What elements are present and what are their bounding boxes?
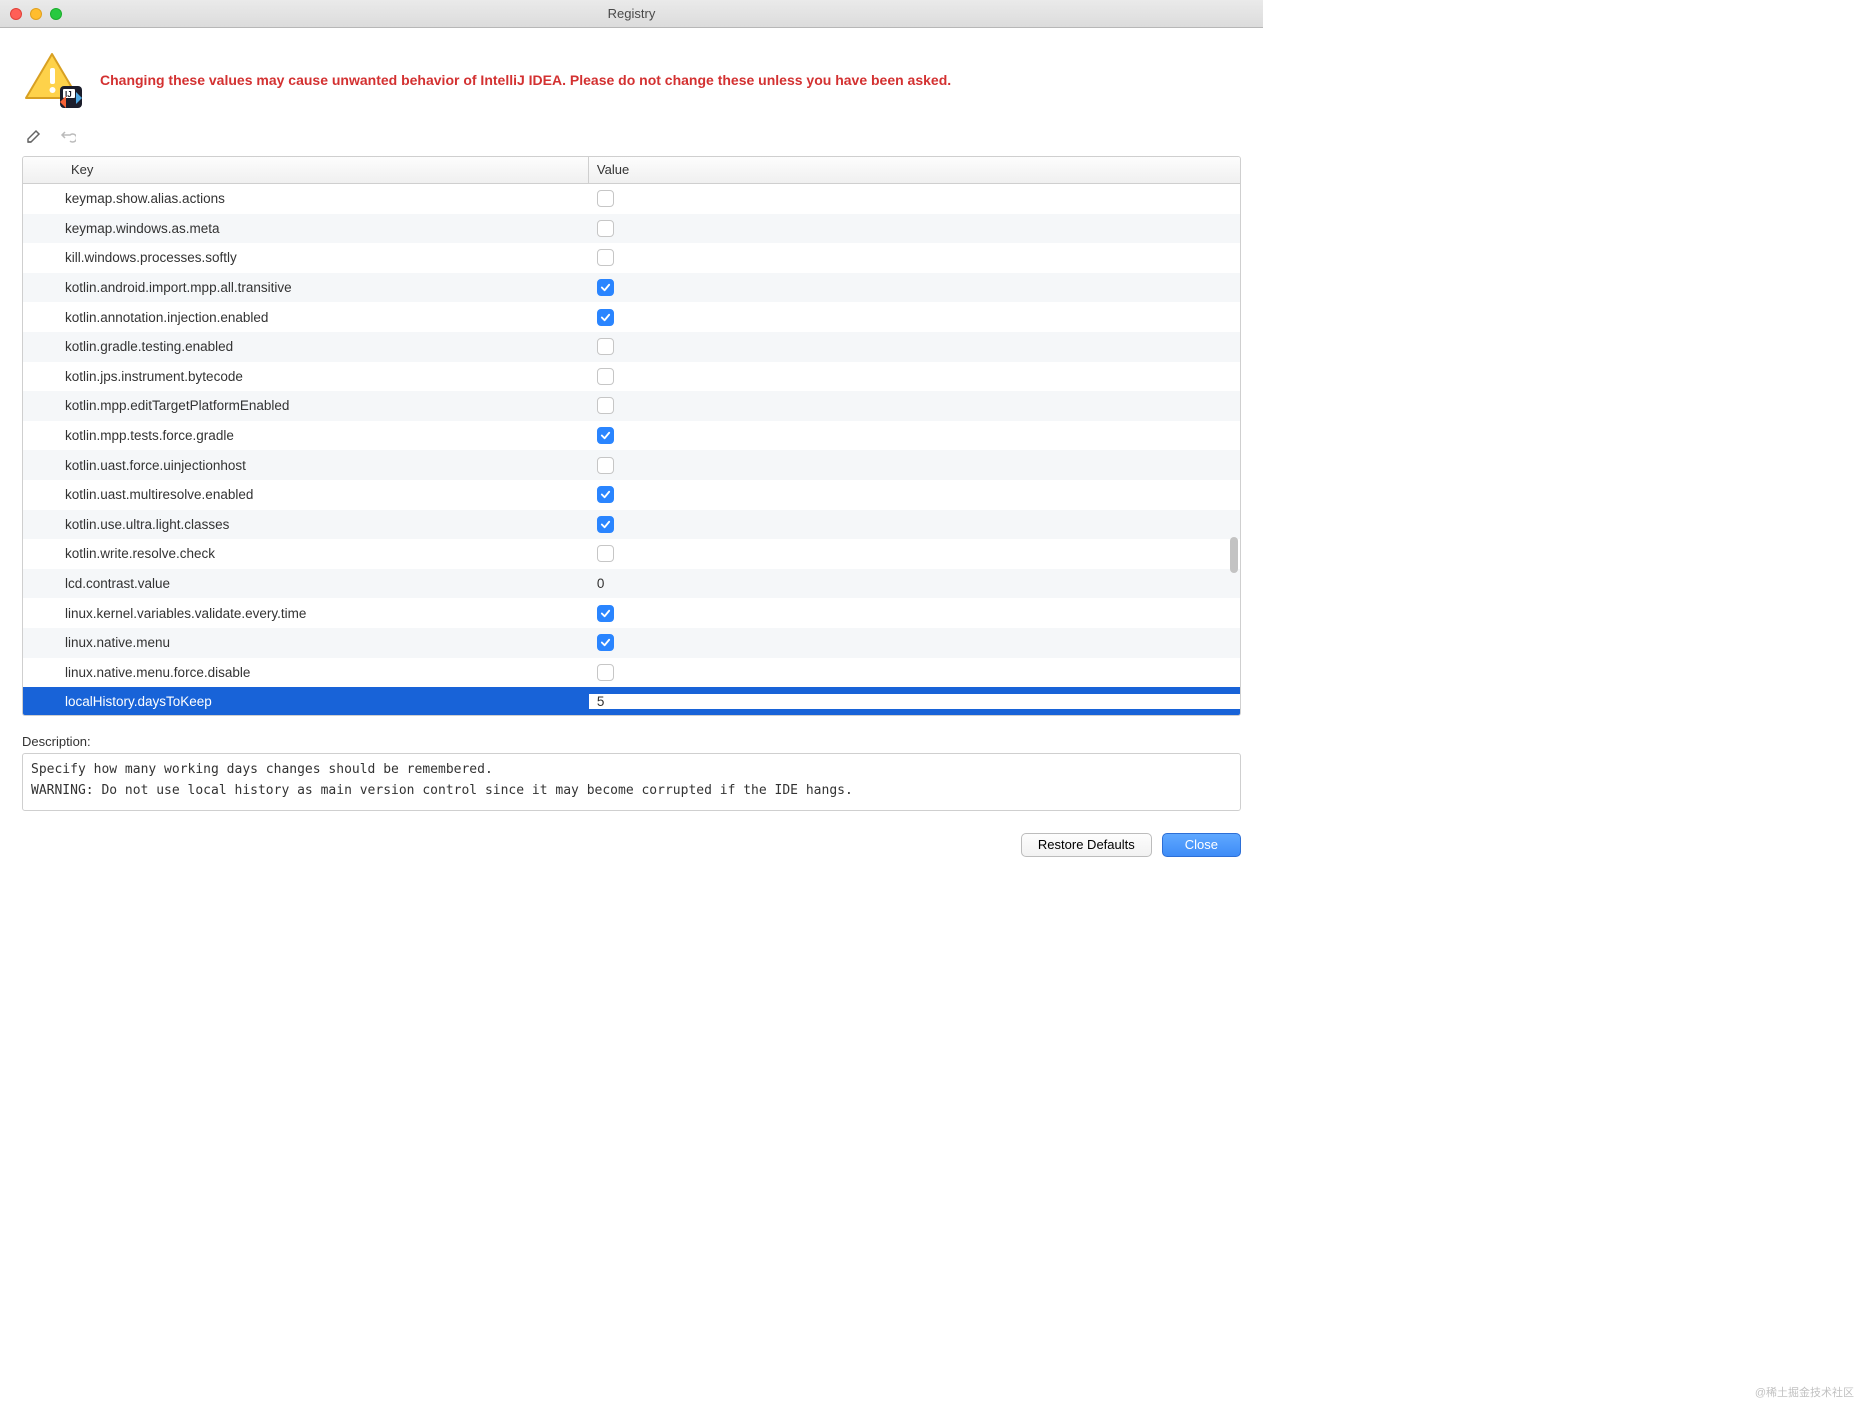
scrollbar-thumb[interactable]: [1230, 537, 1238, 573]
table-row[interactable]: kotlin.annotation.injection.enabled: [23, 302, 1240, 332]
revert-button[interactable]: [58, 126, 78, 146]
cell-key: kotlin.mpp.tests.force.gradle: [23, 428, 589, 443]
restore-defaults-button[interactable]: Restore Defaults: [1021, 833, 1152, 857]
table-row[interactable]: linux.native.menu: [23, 628, 1240, 658]
cell-value[interactable]: [589, 457, 1240, 474]
table-row[interactable]: keymap.windows.as.meta: [23, 214, 1240, 244]
table-row[interactable]: kill.windows.processes.softly: [23, 243, 1240, 273]
cell-key: kotlin.uast.force.uinjectionhost: [23, 458, 589, 473]
cell-value[interactable]: [589, 309, 1240, 326]
cell-value[interactable]: [589, 634, 1240, 651]
table-row[interactable]: kotlin.uast.force.uinjectionhost: [23, 450, 1240, 480]
table-row[interactable]: kotlin.mpp.tests.force.gradle: [23, 421, 1240, 451]
checkbox[interactable]: [597, 605, 614, 622]
table-row[interactable]: kotlin.use.ultra.light.classes: [23, 510, 1240, 540]
cell-value[interactable]: 0: [589, 576, 1240, 591]
checkbox[interactable]: [597, 309, 614, 326]
cell-key: keymap.show.alias.actions: [23, 191, 589, 206]
table-body[interactable]: keymap.show.alias.actions keymap.windows.…: [23, 184, 1240, 715]
cell-value[interactable]: [589, 664, 1240, 681]
edit-button[interactable]: [24, 126, 44, 146]
table-row[interactable]: kotlin.gradle.testing.enabled: [23, 332, 1240, 362]
cell-key: kotlin.gradle.testing.enabled: [23, 339, 589, 354]
table-row[interactable]: lcd.contrast.value 0: [23, 569, 1240, 599]
cell-key: localHistory.daysToKeep: [23, 694, 589, 709]
cell-key: linux.native.menu.force.disable: [23, 665, 589, 680]
column-key-header[interactable]: Key: [23, 157, 589, 183]
checkbox[interactable]: [597, 368, 614, 385]
cell-value[interactable]: [589, 605, 1240, 622]
table-row[interactable]: kotlin.write.resolve.check: [23, 539, 1240, 569]
table-row[interactable]: linux.native.menu.force.disable: [23, 658, 1240, 688]
cell-key: kotlin.uast.multiresolve.enabled: [23, 487, 589, 502]
cell-key: kotlin.use.ultra.light.classes: [23, 517, 589, 532]
table-row[interactable]: kotlin.mpp.editTargetPlatformEnabled: [23, 391, 1240, 421]
cell-value[interactable]: 5: [589, 694, 1240, 709]
cell-key: kotlin.android.import.mpp.all.transitive: [23, 280, 589, 295]
table-row[interactable]: localHistory.daysToKeep 5: [23, 687, 1240, 715]
checkbox[interactable]: [597, 249, 614, 266]
cell-value[interactable]: [589, 220, 1240, 237]
checkbox[interactable]: [597, 279, 614, 296]
cell-value[interactable]: [589, 486, 1240, 503]
cell-key: kotlin.write.resolve.check: [23, 546, 589, 561]
description-text: Specify how many working days changes sh…: [22, 753, 1241, 811]
zoom-window-button[interactable]: [50, 8, 62, 20]
table-row[interactable]: linux.kernel.variables.validate.every.ti…: [23, 598, 1240, 628]
cell-key: keymap.windows.as.meta: [23, 221, 589, 236]
window-title: Registry: [0, 6, 1263, 21]
cell-key: kotlin.mpp.editTargetPlatformEnabled: [23, 398, 589, 413]
cell-value[interactable]: [589, 249, 1240, 266]
checkbox[interactable]: [597, 220, 614, 237]
cell-key: kotlin.annotation.injection.enabled: [23, 310, 589, 325]
warning-row: IJ Changing these values may cause unwan…: [22, 48, 1241, 112]
checkbox[interactable]: [597, 634, 614, 651]
checkbox[interactable]: [597, 545, 614, 562]
table-header: Key Value: [23, 157, 1240, 184]
description-label: Description:: [22, 734, 1241, 749]
checkbox[interactable]: [597, 190, 614, 207]
svg-text:IJ: IJ: [65, 90, 72, 99]
checkbox[interactable]: [597, 338, 614, 355]
cell-value[interactable]: [589, 397, 1240, 414]
table-row[interactable]: kotlin.uast.multiresolve.enabled: [23, 480, 1240, 510]
cell-value[interactable]: [589, 279, 1240, 296]
cell-key: linux.native.menu: [23, 635, 589, 650]
checkbox[interactable]: [597, 397, 614, 414]
registry-table: Key Value keymap.show.alias.actionskeyma…: [22, 156, 1241, 716]
toolbar: [24, 126, 1241, 146]
column-value-header[interactable]: Value: [589, 157, 1240, 183]
cell-value[interactable]: [589, 368, 1240, 385]
close-button[interactable]: Close: [1162, 833, 1241, 857]
table-row[interactable]: kotlin.jps.instrument.bytecode: [23, 362, 1240, 392]
cell-value[interactable]: [589, 427, 1240, 444]
cell-value[interactable]: [589, 190, 1240, 207]
cell-value[interactable]: [589, 516, 1240, 533]
checkbox[interactable]: [597, 427, 614, 444]
minimize-window-button[interactable]: [30, 8, 42, 20]
watermark: @稀土掘金技术社区: [1755, 1384, 1854, 1400]
warning-icon: IJ: [22, 48, 86, 112]
cell-key: lcd.contrast.value: [23, 576, 589, 591]
checkbox[interactable]: [597, 486, 614, 503]
checkbox[interactable]: [597, 664, 614, 681]
dialog-footer: Restore Defaults Close: [0, 811, 1263, 857]
cell-key: kill.windows.processes.softly: [23, 250, 589, 265]
cell-key: linux.kernel.variables.validate.every.ti…: [23, 606, 589, 621]
close-window-button[interactable]: [10, 8, 22, 20]
cell-key: kotlin.jps.instrument.bytecode: [23, 369, 589, 384]
table-row[interactable]: keymap.show.alias.actions: [23, 184, 1240, 214]
text-value: 0: [597, 576, 605, 591]
warning-text: Changing these values may cause unwanted…: [100, 71, 951, 89]
cell-value[interactable]: [589, 338, 1240, 355]
checkbox[interactable]: [597, 516, 614, 533]
checkbox[interactable]: [597, 457, 614, 474]
text-value: 5: [597, 694, 605, 709]
window-controls: [10, 8, 62, 20]
table-row[interactable]: kotlin.android.import.mpp.all.transitive: [23, 273, 1240, 303]
titlebar: Registry: [0, 0, 1263, 28]
cell-value[interactable]: [589, 545, 1240, 562]
